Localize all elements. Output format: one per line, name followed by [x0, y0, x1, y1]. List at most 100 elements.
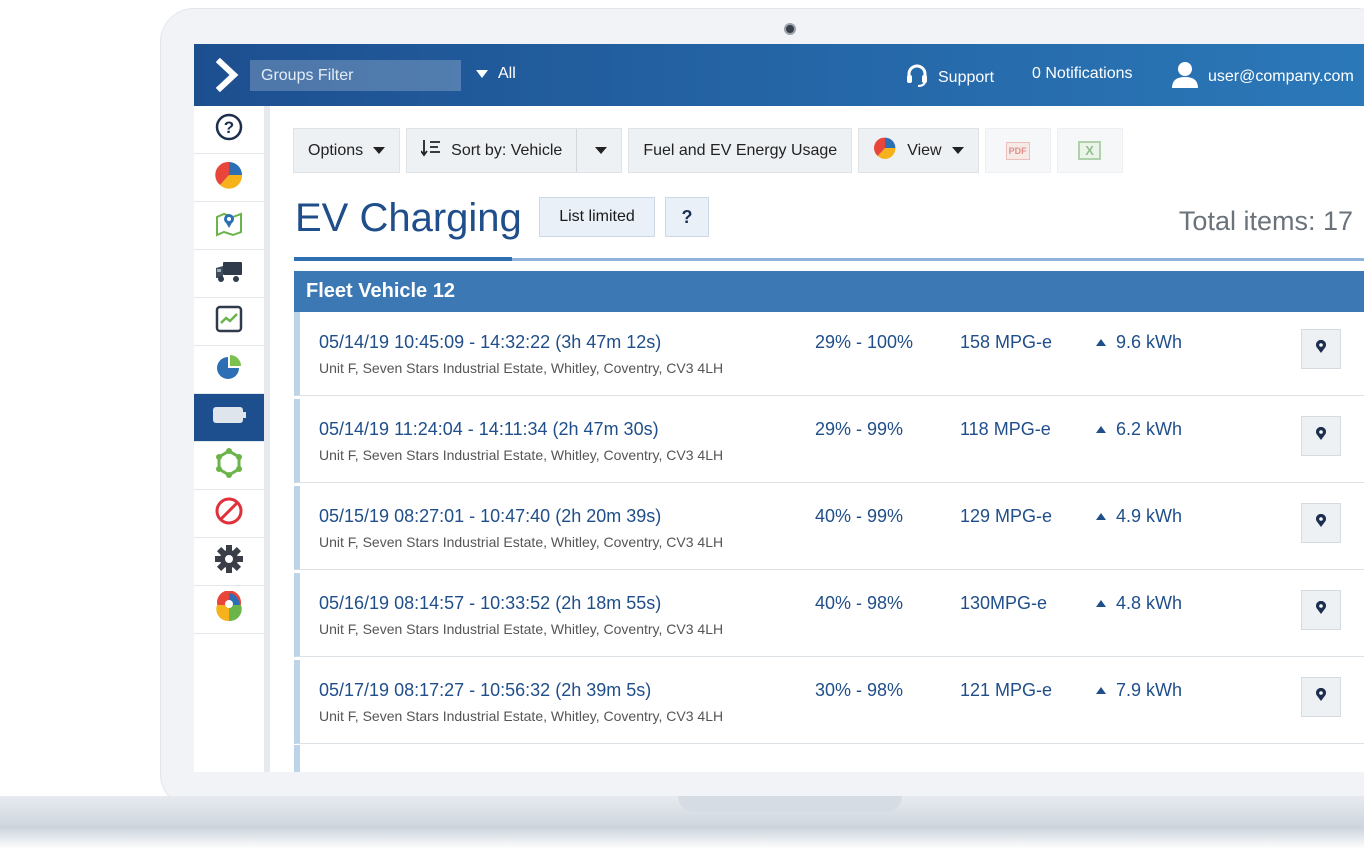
caret-down-icon [595, 147, 608, 154]
table-row[interactable]: 05/17/19 08:17:27 - 10:56:32 (2h 39m 5s)… [294, 660, 1364, 744]
table-row-partial [294, 745, 1364, 772]
pie-chart-icon [873, 136, 897, 165]
map-icon [214, 208, 244, 243]
excel-file-icon: X [1078, 141, 1101, 160]
top-navigation-bar: All Support 0 Notifications user@company… [194, 44, 1364, 106]
pdf-file-icon: PDF [1005, 141, 1030, 160]
charge-time-range: 05/15/19 08:27:01 - 10:47:40 (2h 20m 39s… [319, 506, 662, 526]
list-limited-button[interactable]: List limited [539, 197, 655, 237]
charge-address: Unit F, Seven Stars Industrial Estate, W… [319, 621, 724, 637]
prohibited-icon [214, 496, 244, 531]
options-label: Options [308, 141, 364, 159]
charge-address: Unit F, Seven Stars Industrial Estate, W… [319, 708, 724, 724]
expand-menu-chevron-icon[interactable] [212, 57, 242, 93]
map-marker-icon [1315, 339, 1327, 359]
show-location-button[interactable] [1301, 503, 1341, 543]
show-location-button[interactable] [1301, 329, 1341, 369]
settings-gear-icon [214, 544, 244, 579]
sort-icon [420, 139, 441, 162]
app-screen: All Support 0 Notifications user@company… [194, 44, 1364, 772]
charge-address: Unit F, Seven Stars Industrial Estate, W… [319, 447, 724, 463]
sidebar-item-help[interactable]: ? [194, 106, 264, 154]
groups-filter-input[interactable] [250, 60, 461, 91]
increase-arrow-icon [1096, 339, 1106, 346]
sidebar-item-marketplace[interactable] [194, 586, 264, 634]
mpg-e-value: 158 MPG-e [960, 332, 1053, 352]
state-of-charge: 40% - 99% [815, 506, 904, 526]
charge-time-range: 05/17/19 08:17:27 - 10:56:32 (2h 39m 5s) [319, 680, 652, 700]
state-of-charge: 30% - 98% [815, 680, 904, 700]
user-menu[interactable]: user@company.com [1170, 60, 1354, 93]
zone-icon [214, 448, 244, 483]
sidebar-item-ev-charging[interactable] [194, 394, 264, 442]
kwh-value: 4.9 kWh [1116, 506, 1183, 526]
caret-down-icon [951, 147, 964, 154]
map-marker-icon [1315, 600, 1327, 620]
increase-arrow-icon [1096, 426, 1106, 433]
increase-arrow-icon [1096, 513, 1106, 520]
help-button[interactable]: ? [665, 197, 709, 237]
state-of-charge: 29% - 100% [815, 332, 914, 352]
view-dropdown-button[interactable]: View [858, 128, 979, 173]
sidebar-item-vehicles[interactable] [194, 250, 264, 298]
table-row[interactable]: 05/14/19 11:24:04 - 14:11:34 (2h 47m 30s… [294, 399, 1364, 483]
headset-icon [904, 62, 930, 93]
kwh-value: 9.6 kWh [1116, 332, 1183, 352]
mpg-e-value: 130MPG-e [960, 593, 1048, 613]
export-excel-button[interactable]: X [1056, 128, 1123, 173]
caret-down-icon [373, 147, 386, 154]
caret-down-icon [476, 70, 488, 78]
show-location-button[interactable] [1301, 677, 1341, 717]
sort-dropdown-button[interactable]: Sort by: Vehicle [406, 128, 623, 173]
sidebar-item-exceptions[interactable] [194, 490, 264, 538]
sidebar-item-analytics[interactable] [194, 346, 264, 394]
notifications-link[interactable]: 0 Notifications [1032, 65, 1133, 83]
total-items-count: Total items: 17 [1178, 206, 1353, 236]
radar-chart-icon [214, 352, 244, 387]
table-row[interactable]: 05/16/19 08:14:57 - 10:33:52 (2h 18m 55s… [294, 573, 1364, 657]
title-divider-accent [294, 257, 512, 261]
energy-added: 4.8 kWh [1096, 593, 1182, 614]
mpg-e-value: 121 MPG-e [960, 680, 1053, 700]
user-email: user@company.com [1208, 67, 1354, 85]
sidebar-item-map[interactable] [194, 202, 264, 250]
show-location-button[interactable] [1301, 590, 1341, 630]
export-pdf-button[interactable]: PDF [984, 128, 1051, 173]
kwh-value: 7.9 kWh [1116, 680, 1183, 700]
ev-battery-icon [211, 403, 247, 432]
map-marker-icon [1315, 426, 1327, 446]
user-avatar-icon [1170, 60, 1200, 93]
charge-address: Unit F, Seven Stars Industrial Estate, W… [319, 534, 724, 550]
sidebar-item-trends[interactable] [194, 298, 264, 346]
state-of-charge: 40% - 98% [815, 593, 904, 613]
sort-label: Sort by: Vehicle [451, 141, 563, 159]
energy-added: 7.9 kWh [1096, 680, 1182, 701]
groups-all-dropdown[interactable]: All [476, 65, 516, 83]
charge-time-range: 05/14/19 11:24:04 - 14:11:34 (2h 47m 30s… [319, 419, 659, 439]
sidebar: ? [194, 106, 270, 772]
table-row[interactable]: 05/14/19 10:45:09 - 14:32:22 (3h 47m 12s… [294, 312, 1364, 396]
truck-icon [214, 258, 244, 289]
camera-icon [784, 23, 796, 35]
marketplace-pin-icon [214, 590, 244, 628]
svg-text:?: ? [224, 118, 234, 137]
sort-caret-toggle[interactable] [576, 129, 621, 172]
energy-added: 4.9 kWh [1096, 506, 1182, 527]
options-dropdown-button[interactable]: Options [293, 128, 401, 173]
map-marker-icon [1315, 513, 1327, 533]
charge-time-range: 05/16/19 08:14:57 - 10:33:52 (2h 18m 55s… [319, 593, 662, 613]
sidebar-item-zones[interactable] [194, 442, 264, 490]
pie-chart-icon [214, 160, 244, 195]
show-location-button[interactable] [1301, 416, 1341, 456]
sidebar-item-settings[interactable] [194, 538, 264, 586]
kwh-value: 6.2 kWh [1116, 419, 1183, 439]
table-row[interactable]: 05/15/19 08:27:01 - 10:47:40 (2h 20m 39s… [294, 486, 1364, 570]
view-label: View [907, 141, 942, 159]
mpg-e-value: 118 MPG-e [960, 419, 1051, 439]
increase-arrow-icon [1096, 687, 1106, 694]
energy-added: 6.2 kWh [1096, 419, 1182, 440]
state-of-charge: 29% - 99% [815, 419, 904, 439]
fuel-ev-energy-usage-button[interactable]: Fuel and EV Energy Usage [628, 128, 853, 173]
support-link[interactable]: Support [904, 62, 994, 93]
sidebar-item-dashboard[interactable] [194, 154, 264, 202]
